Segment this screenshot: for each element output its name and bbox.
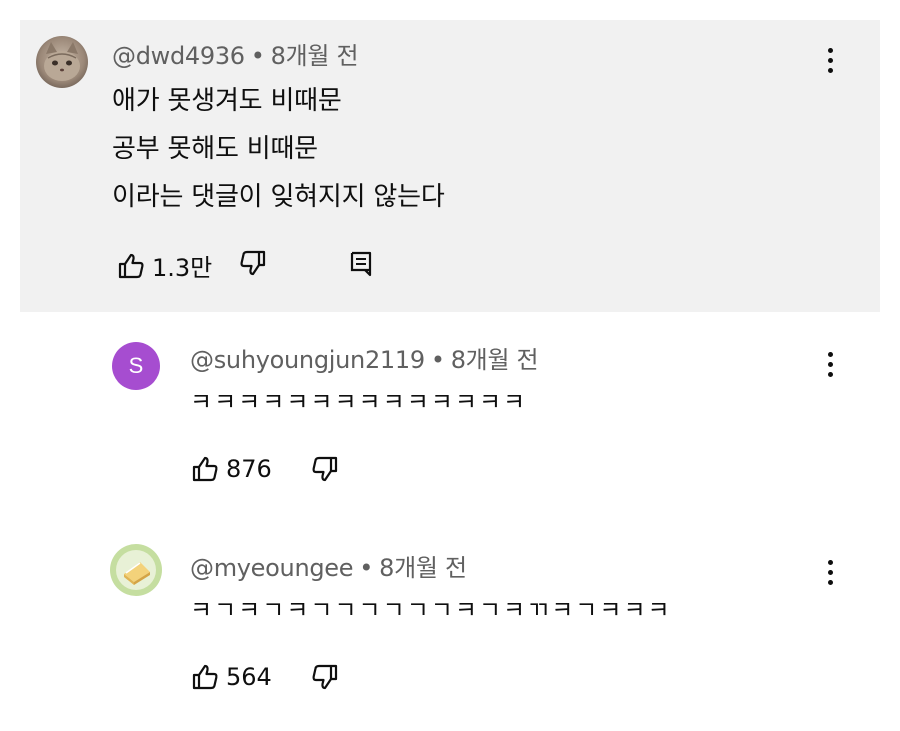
comment-meta: @dwd4936 • 8개월 전 <box>112 36 359 71</box>
like-button[interactable]: 876 <box>190 454 272 484</box>
separator-dot: • <box>430 346 445 374</box>
avatar-letter: S <box>128 353 144 378</box>
comment-author[interactable]: @myeoungee <box>190 554 354 582</box>
avatar[interactable]: S <box>112 342 160 390</box>
separator-dot: • <box>359 554 374 582</box>
comment-icon <box>350 251 372 277</box>
comment-text-line: 공부 못해도 비때문 <box>112 134 318 164</box>
avatar[interactable] <box>36 36 88 88</box>
reply-card: @myeoungee • 8개월 전 ㅋㄱㅋㄱㅋㄱㄱㄱㄱㄱㄱㅋㄱㅋㄲㅋㄱㅋㅋㅋ 56… <box>0 520 900 720</box>
cat-avatar-icon <box>36 36 88 88</box>
comment-text-line: ㅋㄱㅋㄱㅋㄱㄱㄱㄱㄱㄱㅋㄱㅋㄲㅋㄱㅋㅋㅋ <box>190 596 672 624</box>
comment-time[interactable]: 8개월 전 <box>379 554 467 582</box>
like-button[interactable]: 564 <box>190 662 272 692</box>
comment-author[interactable]: @suhyoungjun2119 <box>190 346 425 374</box>
dislike-button[interactable] <box>310 662 340 692</box>
comment-time[interactable]: 8개월 전 <box>271 42 359 70</box>
dislike-button[interactable] <box>238 248 268 278</box>
dislike-button[interactable] <box>310 454 340 484</box>
thumbs-up-icon <box>118 253 144 278</box>
like-count: 1.3만 <box>152 254 213 282</box>
more-options-icon[interactable] <box>824 350 836 380</box>
comment-text-line: ㅋㅋㅋㅋㅋㅋㅋㅋㅋㅋㅋㅋㅋㅋ <box>190 388 528 416</box>
separator-dot: • <box>250 42 265 70</box>
comment-meta: @myeoungee • 8개월 전 <box>190 548 467 583</box>
comment-card-top: @dwd4936 • 8개월 전 애가 못생겨도 비때문 공부 못해도 비때문 이라… <box>20 20 880 312</box>
thumbs-up-icon <box>192 664 218 690</box>
reply-button[interactable] <box>346 248 376 278</box>
like-count: 564 <box>226 663 272 691</box>
more-options-icon[interactable] <box>824 558 836 588</box>
comment-text-line: 애가 못생겨도 비때문 <box>112 86 342 116</box>
thumbs-down-icon <box>312 456 338 482</box>
comment-meta: @suhyoungjun2119 • 8개월 전 <box>190 340 539 375</box>
comment-author[interactable]: @dwd4936 <box>112 42 245 70</box>
thumbs-up-icon <box>192 456 218 482</box>
avatar[interactable] <box>110 544 162 596</box>
comment-time[interactable]: 8개월 전 <box>451 346 539 374</box>
more-options-icon[interactable] <box>824 46 836 76</box>
cake-avatar-icon <box>110 544 162 596</box>
like-button[interactable]: 1.3만 <box>116 248 212 283</box>
like-count: 876 <box>226 455 272 483</box>
reply-card: S @suhyoungjun2119 • 8개월 전 ㅋㅋㅋㅋㅋㅋㅋㅋㅋㅋㅋㅋㅋㅋ … <box>0 312 900 512</box>
thumbs-down-icon <box>312 664 338 690</box>
comment-section: @dwd4936 • 8개월 전 애가 못생겨도 비때문 공부 못해도 비때문 이라… <box>0 0 900 731</box>
comment-text-line: 이라는 댓글이 잊혀지지 않는다 <box>112 182 445 212</box>
thumbs-down-icon <box>240 250 266 276</box>
